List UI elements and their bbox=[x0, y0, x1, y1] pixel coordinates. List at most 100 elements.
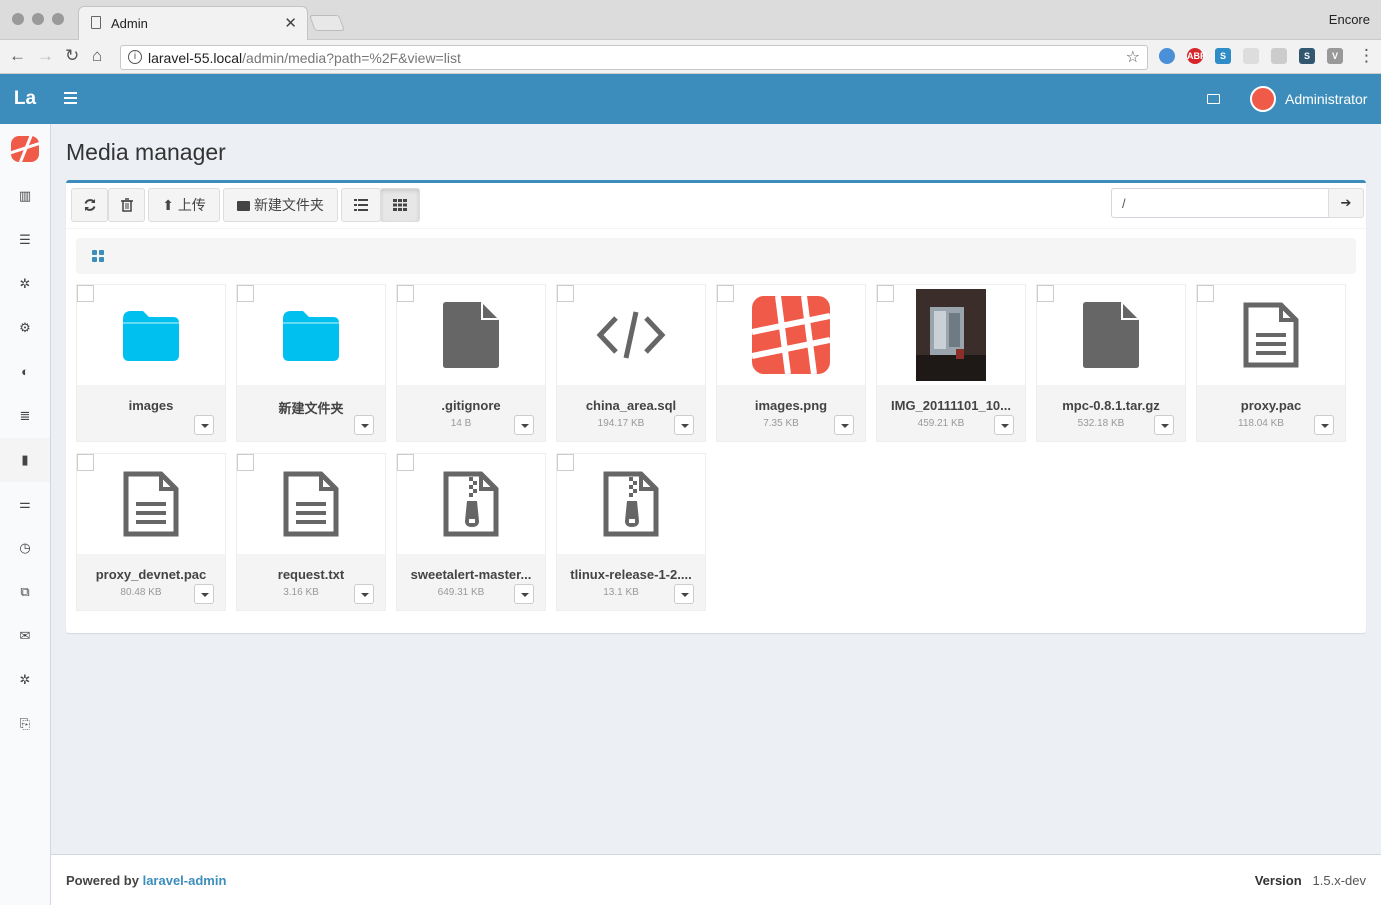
sidebar-toggle-icon[interactable] bbox=[64, 92, 77, 107]
bar-chart-icon[interactable]: ▥ bbox=[0, 174, 50, 218]
file-thumbnail[interactable] bbox=[77, 454, 225, 554]
file-name[interactable]: IMG_20111101_10... bbox=[877, 398, 1025, 413]
file-thumbnail[interactable] bbox=[237, 285, 385, 385]
file-checkbox[interactable] bbox=[237, 285, 254, 302]
extension-s-icon[interactable]: S bbox=[1215, 48, 1231, 64]
file-item[interactable]: proxy.pac 118.04 KB bbox=[1196, 284, 1346, 442]
close-window-icon[interactable] bbox=[12, 13, 24, 25]
address-bar[interactable]: i laravel-55.local/admin/media?path=%2F&… bbox=[120, 45, 1148, 70]
file-item[interactable]: images bbox=[76, 284, 226, 442]
file-item[interactable]: 新建文件夹 bbox=[236, 284, 386, 442]
file-name[interactable]: china_area.sql bbox=[557, 398, 705, 413]
profile-name[interactable]: Encore bbox=[1329, 12, 1370, 27]
file-item[interactable]: images.png 7.35 KB bbox=[716, 284, 866, 442]
extension-stylus-icon[interactable]: S bbox=[1299, 48, 1315, 64]
file-checkbox[interactable] bbox=[77, 454, 94, 471]
file-thumbnail[interactable] bbox=[1197, 285, 1345, 385]
file-name[interactable]: sweetalert-master... bbox=[397, 567, 545, 582]
user-name[interactable]: Administrator bbox=[1285, 91, 1367, 107]
home-icon[interactable]: ⌂ bbox=[92, 46, 102, 66]
file-name[interactable]: images.png bbox=[717, 398, 865, 413]
reload-icon[interactable]: ↻ bbox=[65, 46, 79, 66]
sidebar-avatar[interactable] bbox=[11, 136, 39, 162]
file-name[interactable]: mpc-0.8.1.tar.gz bbox=[1037, 398, 1185, 413]
file-thumbnail[interactable] bbox=[557, 454, 705, 554]
file-actions-dropdown[interactable] bbox=[674, 584, 694, 604]
go-button[interactable]: ➔ bbox=[1328, 188, 1364, 218]
file-item[interactable]: IMG_20111101_10... 459.21 KB bbox=[876, 284, 1026, 442]
file-item[interactable]: sweetalert-master... 649.31 KB bbox=[396, 453, 546, 611]
file-checkbox[interactable] bbox=[557, 454, 574, 471]
file-actions-dropdown[interactable] bbox=[354, 584, 374, 604]
sliders-icon[interactable]: ⚌ bbox=[0, 482, 50, 526]
file-name[interactable]: tlinux-release-1-2.... bbox=[557, 567, 705, 582]
extension-leaf-icon[interactable] bbox=[1243, 48, 1259, 64]
translate-icon[interactable]: ⎘ bbox=[0, 702, 50, 746]
new-folder-button[interactable]: 新建文件夹 bbox=[223, 188, 338, 222]
tasks-icon[interactable]: ☰ bbox=[0, 218, 50, 262]
file-thumbnail[interactable] bbox=[397, 285, 545, 385]
file-thumbnail[interactable] bbox=[717, 285, 865, 385]
file-checkbox[interactable] bbox=[717, 285, 734, 302]
file-checkbox[interactable] bbox=[397, 285, 414, 302]
bug-icon-2[interactable]: ✲ bbox=[0, 658, 50, 702]
grid-view-button[interactable] bbox=[380, 188, 420, 222]
refresh-button[interactable] bbox=[71, 188, 108, 222]
file-thumbnail[interactable] bbox=[877, 285, 1025, 385]
file-item[interactable]: proxy_devnet.pac 80.48 KB bbox=[76, 453, 226, 611]
toggle-icon[interactable]: ◐ bbox=[0, 350, 50, 394]
app-logo[interactable]: La bbox=[0, 74, 50, 124]
file-name[interactable]: proxy.pac bbox=[1197, 398, 1345, 413]
bookmark-star-icon[interactable]: ☆ bbox=[1126, 47, 1140, 67]
back-icon[interactable]: ← bbox=[9, 46, 26, 66]
menu-dots-icon[interactable]: ⋮ bbox=[1358, 46, 1375, 66]
laravel-admin-link[interactable]: laravel-admin bbox=[143, 873, 227, 888]
close-tab-icon[interactable]: ✕ bbox=[284, 14, 297, 32]
file-actions-dropdown[interactable] bbox=[1314, 415, 1334, 435]
file-actions-dropdown[interactable] bbox=[514, 415, 534, 435]
extension-v-icon[interactable]: V bbox=[1327, 48, 1343, 64]
file-checkbox[interactable] bbox=[237, 454, 254, 471]
file-checkbox[interactable] bbox=[877, 285, 894, 302]
extension-globe-icon[interactable] bbox=[1159, 48, 1175, 64]
file-item[interactable]: tlinux-release-1-2.... 13.1 KB bbox=[556, 453, 706, 611]
copy-icon[interactable]: ⧉ bbox=[0, 570, 50, 614]
file-checkbox[interactable] bbox=[1197, 285, 1214, 302]
site-info-icon[interactable]: i bbox=[128, 50, 142, 64]
file-actions-dropdown[interactable] bbox=[1154, 415, 1174, 435]
grid-icon[interactable] bbox=[92, 250, 105, 263]
path-input[interactable]: / bbox=[1111, 188, 1329, 218]
upload-button[interactable]: ⬆ 上传 bbox=[148, 188, 220, 222]
file-name[interactable]: images bbox=[77, 398, 225, 413]
database-icon[interactable]: ≣ bbox=[0, 394, 50, 438]
file-checkbox[interactable] bbox=[557, 285, 574, 302]
file-actions-dropdown[interactable] bbox=[674, 415, 694, 435]
file-actions-dropdown[interactable] bbox=[354, 415, 374, 435]
file-name[interactable]: .gitignore bbox=[397, 398, 545, 413]
clock-icon[interactable]: ◷ bbox=[0, 526, 50, 570]
file-icon[interactable]: ▮ bbox=[0, 438, 50, 482]
file-item[interactable]: .gitignore 14 B bbox=[396, 284, 546, 442]
file-thumbnail[interactable] bbox=[397, 454, 545, 554]
comments-icon[interactable]: ✉ bbox=[0, 614, 50, 658]
list-view-button[interactable] bbox=[341, 188, 381, 222]
file-actions-dropdown[interactable] bbox=[194, 415, 214, 435]
forward-icon[interactable]: → bbox=[37, 46, 54, 66]
browser-tab[interactable]: Admin ✕ bbox=[78, 6, 308, 40]
bug-icon[interactable]: ✲ bbox=[0, 262, 50, 306]
file-thumbnail[interactable] bbox=[1037, 285, 1185, 385]
minimize-window-icon[interactable] bbox=[32, 13, 44, 25]
delete-button[interactable] bbox=[108, 188, 145, 222]
file-actions-dropdown[interactable] bbox=[994, 415, 1014, 435]
file-thumbnail[interactable] bbox=[77, 285, 225, 385]
file-name[interactable]: request.txt bbox=[237, 567, 385, 582]
file-actions-dropdown[interactable] bbox=[834, 415, 854, 435]
file-actions-dropdown[interactable] bbox=[514, 584, 534, 604]
maximize-window-icon[interactable] bbox=[52, 13, 64, 25]
adblock-icon[interactable]: ABP bbox=[1187, 48, 1206, 64]
file-actions-dropdown[interactable] bbox=[194, 584, 214, 604]
file-name[interactable]: proxy_devnet.pac bbox=[77, 567, 225, 582]
file-checkbox[interactable] bbox=[77, 285, 94, 302]
file-thumbnail[interactable] bbox=[557, 285, 705, 385]
file-thumbnail[interactable] bbox=[237, 454, 385, 554]
